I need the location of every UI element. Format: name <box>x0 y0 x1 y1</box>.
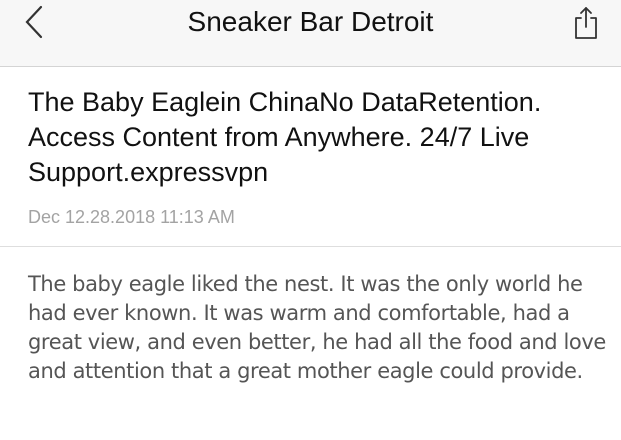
navigation-bar: Sneaker Bar Detroit <box>0 0 621 67</box>
article-date: Dec 12.28.2018 11:13 AM <box>28 207 235 227</box>
page-title: Sneaker Bar Detroit <box>187 6 434 37</box>
article-title: The Baby Eaglein ChinaNo DataRetention. … <box>28 87 542 187</box>
share-button[interactable] <box>569 6 603 44</box>
article-page: Sneaker Bar Detroit The Baby Eaglein Chi… <box>0 0 621 440</box>
divider <box>0 246 621 247</box>
article-body: The baby eagle liked the nest. It was th… <box>28 272 606 383</box>
back-button[interactable] <box>14 4 54 44</box>
chevron-left-icon <box>22 4 46 45</box>
share-icon <box>572 6 600 45</box>
